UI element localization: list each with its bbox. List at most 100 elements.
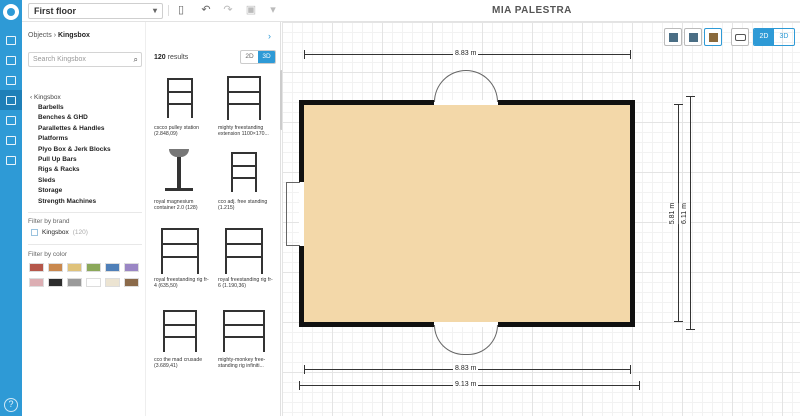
door-swing — [434, 70, 466, 102]
product-name: cscco pulley station (2.848,09) — [154, 125, 199, 138]
top-toolbar: First floor ▾ ▯ ↶ ↷ ▣ ▾ MIA PALESTRA — [22, 0, 800, 22]
room-floor[interactable] — [299, 100, 635, 327]
color-swatch[interactable] — [48, 263, 63, 272]
rail-draw-icon[interactable] — [0, 50, 22, 70]
product-thumbnail — [219, 306, 269, 354]
product-card[interactable]: mighty freestanding extension 1100×170..… — [215, 74, 273, 152]
results-number: 120 — [154, 54, 166, 61]
help-icon[interactable]: ? — [4, 398, 18, 412]
breadcrumb-objects[interactable]: Objects — [28, 32, 52, 39]
dimension-label-right-outer: 6.11 m — [678, 203, 690, 224]
dimension-tick — [674, 321, 683, 322]
project-title: MIA PALESTRA — [492, 5, 572, 16]
floorplan-canvas[interactable]: 2D 3D 8.83 m 8.83 m 9.13 m 5.81 m 6.11 m — [282, 22, 800, 416]
view-option-outline-icon[interactable] — [684, 28, 702, 46]
rail-home-icon[interactable] — [0, 150, 22, 170]
redo-icon[interactable]: ↷ — [222, 4, 234, 17]
rail-comment-icon[interactable] — [0, 70, 22, 90]
catalog-panel: Objects › Kingsbox Search Kingsbox ⌕ ‹ K… — [22, 22, 283, 416]
dimension-tick — [304, 50, 305, 59]
dimension-label-bottom-outer: 9.13 m — [453, 381, 479, 388]
product-card[interactable]: cco the mad crusade (3.689,41) — [151, 306, 209, 384]
mode-3d-button[interactable]: 3D — [774, 29, 794, 45]
dimension-tick — [299, 381, 300, 390]
category-item[interactable]: Strength Machines — [38, 197, 111, 207]
save-icon[interactable]: ▣ — [245, 4, 257, 17]
product-name: royal freestanding rig fr-4 (635,50) — [154, 277, 209, 290]
color-swatch[interactable] — [124, 263, 139, 272]
color-swatch[interactable] — [29, 278, 44, 287]
dimension-tick — [630, 365, 631, 374]
results-count: 120 results — [154, 54, 188, 61]
dropdown-caret-icon[interactable]: ▾ — [267, 4, 279, 17]
floor-select[interactable]: First floor ▾ — [28, 3, 163, 19]
product-thumbnail — [155, 74, 205, 122]
product-name: royal freestanding rig fr-6 (1.190,36) — [218, 277, 273, 290]
rail-furniture-icon[interactable] — [0, 90, 22, 110]
category-item[interactable]: Rigs & Racks — [38, 165, 111, 175]
floor-select-value: First floor — [34, 6, 76, 16]
thumb-view-toggle: 2D 3D — [240, 50, 276, 64]
color-swatch[interactable] — [86, 263, 101, 272]
product-card[interactable]: royal freestanding rig fr-4 (635,50) — [151, 226, 209, 304]
mode-2d-button[interactable]: 2D — [754, 29, 774, 45]
product-thumbnail — [219, 74, 269, 122]
category-list: Barbells Benches & GHD Parallettes & Han… — [38, 103, 111, 207]
category-item[interactable]: Barbells — [38, 103, 111, 113]
divider — [28, 244, 142, 245]
mode-toggle: 2D 3D — [753, 28, 795, 46]
color-swatch[interactable] — [86, 278, 101, 287]
rail-build-icon[interactable] — [0, 30, 22, 50]
category-root[interactable]: ‹ Kingsbox — [30, 94, 61, 101]
breadcrumb: Objects › Kingsbox — [28, 32, 90, 39]
dimension-label-top: 8.83 m — [453, 50, 479, 57]
category-item[interactable]: Platforms — [38, 134, 111, 144]
color-swatch[interactable] — [105, 263, 120, 272]
view-option-textured-icon[interactable] — [704, 28, 722, 46]
search-input[interactable]: Search Kingsbox ⌕ — [28, 52, 142, 67]
rail-decorate-icon[interactable] — [0, 110, 22, 130]
search-icon[interactable]: ⌕ — [134, 53, 138, 66]
dimension-label-right-inner: 5.81 m — [667, 202, 679, 225]
dimension-label-bottom-inner: 8.83 m — [453, 365, 479, 372]
category-item[interactable]: Plyo Box & Jerk Blocks — [38, 145, 111, 155]
dimension-tick — [639, 381, 640, 390]
thumb-2d-button[interactable]: 2D — [241, 51, 258, 63]
product-card[interactable]: mighty-monkey free-standing rig infiniti… — [215, 306, 273, 384]
brand-name: Kingsbox — [42, 229, 69, 236]
category-item[interactable]: Pull Up Bars — [38, 155, 111, 165]
category-item[interactable]: Parallettes & Handles — [38, 124, 111, 134]
toolbar-divider — [168, 5, 169, 16]
results-label: results — [167, 54, 189, 61]
snapshot-icon[interactable] — [731, 28, 749, 46]
product-name: cco the mad crusade (3.689,41) — [154, 357, 203, 370]
category-item[interactable]: Benches & GHD — [38, 113, 111, 123]
door-swing — [434, 325, 466, 355]
color-swatch[interactable] — [29, 263, 44, 272]
chevron-down-icon: ▾ — [152, 6, 157, 15]
product-card[interactable]: cco adj. free standing (1.215) — [215, 148, 273, 226]
breadcrumb-current: Kingsbox — [57, 32, 90, 39]
rail-list-icon[interactable] — [0, 130, 22, 150]
dimension-tick — [630, 50, 631, 59]
product-card[interactable]: royal magnesium container 2.0 (128) — [151, 148, 209, 226]
product-thumbnail — [155, 306, 205, 354]
new-document-icon[interactable]: ▯ — [175, 4, 187, 17]
color-swatch[interactable] — [67, 278, 82, 287]
category-item[interactable]: Storage — [38, 186, 111, 196]
category-item[interactable]: Sleds — [38, 176, 111, 186]
view-option-plain-icon[interactable] — [664, 28, 682, 46]
thumb-3d-button[interactable]: 3D — [258, 51, 275, 63]
color-swatch[interactable] — [124, 278, 139, 287]
product-card[interactable]: cscco pulley station (2.848,09) — [151, 74, 209, 152]
app-logo-icon[interactable] — [3, 4, 19, 20]
chevron-right-icon[interactable]: › — [268, 31, 271, 41]
product-card[interactable]: royal freestanding rig fr-6 (1.190,36) — [215, 226, 273, 304]
undo-icon[interactable]: ↶ — [200, 4, 212, 17]
brand-checkbox[interactable] — [31, 229, 38, 236]
dimension-tick — [686, 329, 695, 330]
color-swatch[interactable] — [105, 278, 120, 287]
color-swatch[interactable] — [48, 278, 63, 287]
color-swatch[interactable] — [67, 263, 82, 272]
brand-filter-kingsbox[interactable]: Kingsbox (120) — [31, 229, 88, 236]
